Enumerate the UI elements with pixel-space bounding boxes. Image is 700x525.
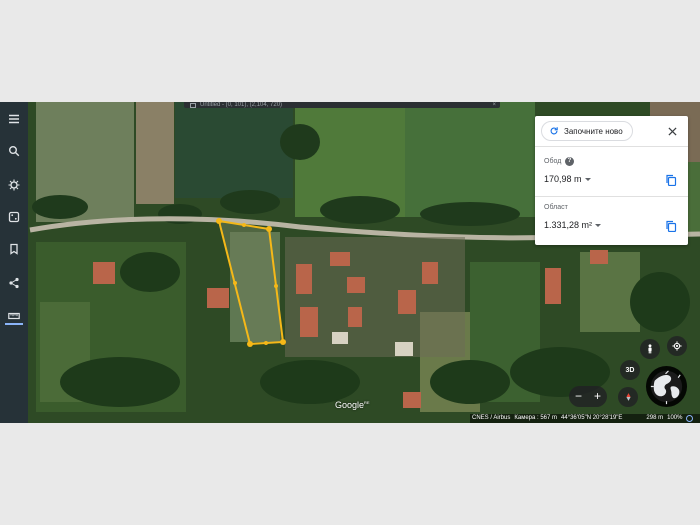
window-title: Untitled - (0, 101), (2,104, 720) <box>200 102 283 108</box>
help-icon[interactable]: ? <box>565 157 574 166</box>
compass-button[interactable] <box>618 387 638 407</box>
compass-needle-icon <box>625 393 631 401</box>
close-icon <box>667 126 677 136</box>
voyager-icon[interactable] <box>0 174 28 196</box>
close-panel-button[interactable] <box>665 124 679 138</box>
view-3d-label: 3D <box>625 366 635 374</box>
my-location-icon <box>672 341 682 351</box>
window-icon <box>190 103 196 108</box>
area-value[interactable]: 1.331,28 m² <box>544 220 602 230</box>
google-logo-text: Google <box>335 400 365 410</box>
cursor-coordinates: 44°36'05"N 20°28'19"E <box>561 415 623 421</box>
zoom-in-button[interactable]: + <box>588 386 607 407</box>
zoom-out-button[interactable]: − <box>569 386 588 407</box>
measure-panel: Започните ново Обод ? 170,98 m Област 1.… <box>535 116 688 245</box>
share-icon[interactable] <box>0 272 28 294</box>
copy-area-icon[interactable] <box>665 220 677 232</box>
start-new-label: Започните ново <box>564 126 623 136</box>
earth-viewer: Untitled - (0, 101), (2,104, 720) × Запо… <box>0 102 700 423</box>
close-icon[interactable]: × <box>492 102 496 108</box>
status-bar: CNES / Airbus Камера : 567 m 44°36'05"N … <box>470 414 700 423</box>
attribution[interactable]: CNES / Airbus <box>472 414 510 423</box>
area-value-text: 1.331,28 m² <box>544 220 593 230</box>
restart-icon <box>550 127 558 135</box>
google-logo-suffix: RE <box>364 400 370 405</box>
google-logo: GoogleRE <box>335 400 370 410</box>
my-location-button[interactable] <box>667 336 687 356</box>
copy-perimeter-icon[interactable] <box>665 174 677 186</box>
search-icon[interactable] <box>0 140 28 162</box>
perimeter-value[interactable]: 170,98 m <box>544 174 591 184</box>
perimeter-value-text: 170,98 m <box>544 174 582 184</box>
globe-icon[interactable] <box>645 365 688 408</box>
pegman-icon <box>648 344 652 354</box>
window-titlebar: Untitled - (0, 101), (2,104, 720) × <box>184 102 500 108</box>
divider <box>535 196 688 197</box>
left-toolbar <box>0 102 28 423</box>
imagery-zoom: 100% <box>667 415 683 421</box>
pegman-button[interactable] <box>640 339 660 359</box>
divider <box>535 146 688 147</box>
zoom-control: − + <box>569 386 607 407</box>
perimeter-label: Обод <box>544 158 562 165</box>
loading-indicator-icon <box>686 415 694 422</box>
elevation: 298 m <box>646 415 664 421</box>
feeling-lucky-icon[interactable] <box>0 206 28 228</box>
chevron-down-icon <box>595 223 602 227</box>
measure-icon[interactable] <box>0 305 28 327</box>
menu-icon[interactable] <box>0 108 28 130</box>
view-3d-button[interactable]: 3D <box>620 360 640 380</box>
chevron-down-icon <box>584 177 591 181</box>
camera-altitude: Камера : 567 m <box>514 415 558 421</box>
projects-icon[interactable] <box>0 238 28 260</box>
area-label: Област <box>544 204 568 211</box>
start-new-button[interactable]: Започните ново <box>541 121 633 141</box>
